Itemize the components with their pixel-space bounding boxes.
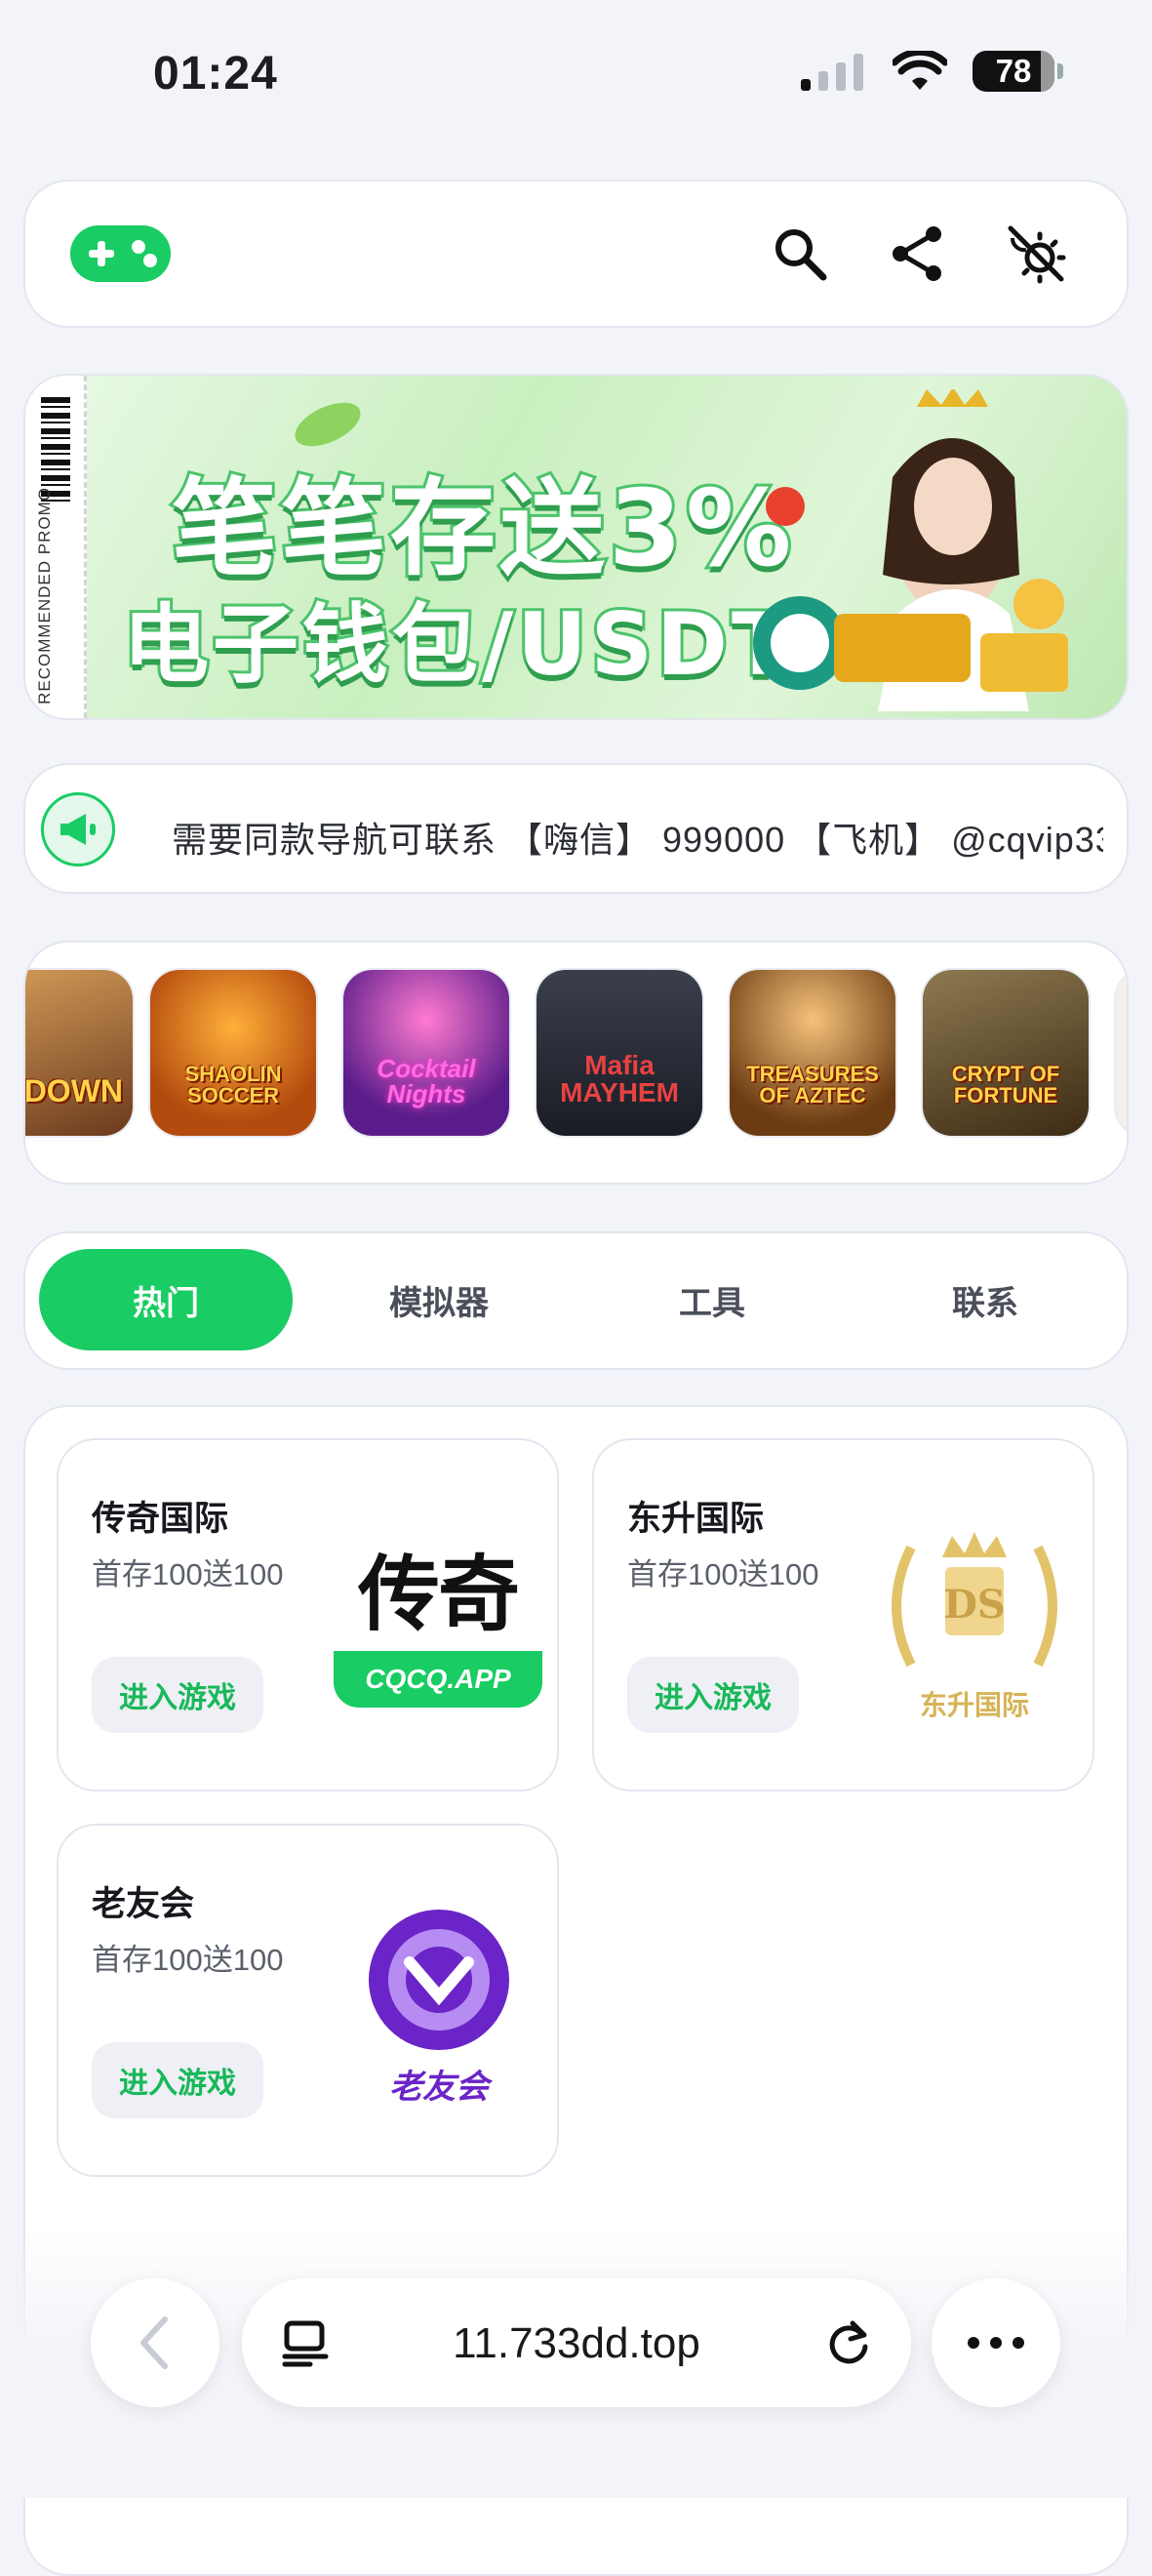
more-button[interactable] <box>932 2278 1060 2407</box>
game-tile[interactable]: Mafia MAYHEM <box>536 970 702 1136</box>
tab-hot[interactable]: 热门 <box>39 1249 293 1350</box>
product-desc: 首存100送100 <box>92 1557 284 1591</box>
gamepad-icon[interactable] <box>70 225 171 282</box>
product-logo: DS 东升国际 <box>872 1518 1077 1733</box>
game-tile[interactable] <box>1116 970 1127 1136</box>
logo-subtext: CQCQ.APP <box>334 1651 542 1708</box>
signal-icon <box>801 54 863 91</box>
back-button[interactable] <box>91 2278 219 2407</box>
game-tile[interactable]: TREASURES OF AZTEC <box>730 970 895 1136</box>
promo-headline: 笔笔存送3% <box>169 465 796 593</box>
product-logo: 传奇 CQCQ.APP <box>334 1548 542 1708</box>
battery-indicator: 78 <box>973 51 1063 92</box>
logo-text: 传奇 <box>357 1549 520 1640</box>
enter-game-button[interactable]: 进入游戏 <box>627 1657 799 1733</box>
tab-tools[interactable]: 工具 <box>585 1249 839 1350</box>
more-dots-icon <box>968 2337 1024 2349</box>
product-card[interactable]: 东升国际 首存100送100 进入游戏 DS 东升国际 <box>592 1438 1094 1791</box>
url-text[interactable]: 11.733dd.top <box>242 2319 911 2368</box>
product-desc: 首存100送100 <box>627 1557 819 1591</box>
laurel-crown-icon: DS <box>892 1532 1057 1668</box>
featured-games-strip: DOWN SHAOLIN SOCCER Cocktail Nights Mafi… <box>23 941 1129 1185</box>
product-card[interactable]: 老友会 首存100送100 进入游戏 老友会 <box>57 1824 559 2177</box>
game-title: TREASURES OF AZTEC <box>746 1062 879 1107</box>
notice-text: 需要同款导航可联系 【嗨信】 999000 【飞机】 @cqvip33 <box>172 820 1103 860</box>
lyh-logo-icon <box>369 1910 509 2050</box>
game-title: Cocktail Nights <box>377 1054 476 1108</box>
game-tile[interactable]: SHAOLIN SOCCER <box>150 970 316 1136</box>
product-name: 老友会 <box>92 1885 195 1923</box>
game-tile[interactable]: CRYPT OF FORTUNE <box>923 970 1089 1136</box>
status-icons: 78 <box>799 51 1063 92</box>
game-title: CRYPT OF FORTUNE <box>951 1062 1060 1107</box>
product-name: 东升国际 <box>627 1500 765 1538</box>
promo-banner[interactable]: RECOMMENDED PROMO 笔笔存送3% 电子钱包/USDT <box>23 374 1129 720</box>
logo-text: 老友会 <box>389 2069 489 2106</box>
logo-text: 东升国际 <box>919 1690 1029 1720</box>
ticket-label: RECOMMENDED PROMO <box>35 487 54 704</box>
product-card[interactable]: 传奇国际 首存100送100 进入游戏 传奇 CQCQ.APP <box>57 1438 559 1791</box>
product-name: 传奇国际 <box>92 1500 229 1538</box>
battery-level: 78 <box>995 53 1032 89</box>
wifi-icon <box>893 51 947 90</box>
game-title: DOWN <box>23 1073 123 1108</box>
game-title: Mafia MAYHEM <box>560 1050 679 1107</box>
address-bar[interactable]: 11.733dd.top <box>242 2278 911 2407</box>
chevron-left-icon <box>140 2316 168 2369</box>
product-desc: 首存100送100 <box>92 1943 284 1977</box>
product-logo: 老友会 <box>351 1904 527 2109</box>
promo-illustration <box>753 389 1068 711</box>
promo-subheadline: 电子钱包/USDT <box>120 591 795 698</box>
top-header <box>23 180 1129 328</box>
theme-toggle-icon[interactable] <box>1002 220 1070 288</box>
ticket-stub: RECOMMENDED PROMO <box>25 376 87 718</box>
tab-emulator[interactable]: 模拟器 <box>312 1249 566 1350</box>
enter-game-button[interactable]: 进入游戏 <box>92 2042 263 2118</box>
reload-icon[interactable] <box>823 2317 874 2368</box>
game-title: SHAOLIN SOCCER <box>184 1062 282 1107</box>
svg-text:DS: DS <box>943 1582 1006 1628</box>
megaphone-icon <box>41 792 115 866</box>
enter-game-button[interactable]: 进入游戏 <box>92 1657 263 1733</box>
status-time: 01:24 <box>153 48 278 100</box>
tab-contact[interactable]: 联系 <box>858 1249 1112 1350</box>
game-tile[interactable]: Cocktail Nights <box>343 970 509 1136</box>
share-icon[interactable] <box>884 220 952 288</box>
search-icon[interactable] <box>766 220 834 288</box>
game-tile[interactable]: DOWN <box>23 970 133 1136</box>
